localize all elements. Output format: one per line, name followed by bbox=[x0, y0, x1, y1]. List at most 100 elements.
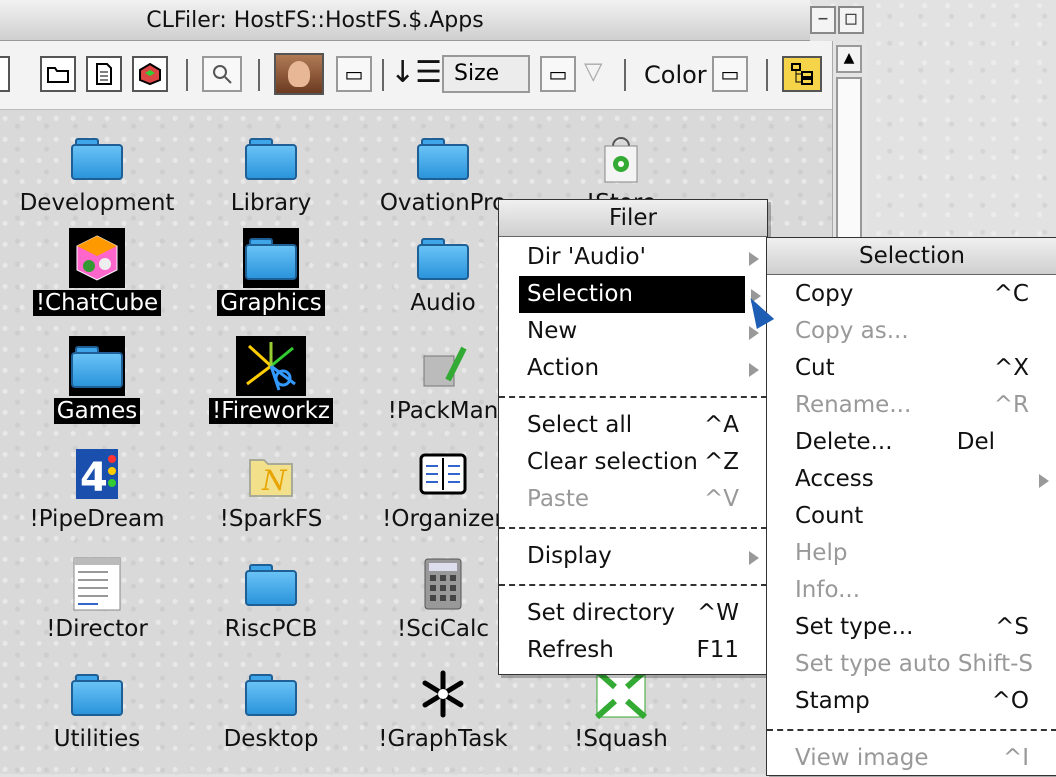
file-icon-item[interactable]: 4 !PipeDream bbox=[12, 444, 182, 544]
shortcut-label: ^S bbox=[995, 614, 1029, 640]
file-icon-item[interactable]: Library bbox=[186, 128, 356, 228]
file-icon-item[interactable]: !ChatCube bbox=[12, 228, 182, 328]
menu-item-paste[interactable]: Paste ^V bbox=[499, 481, 767, 518]
cube-app-icon[interactable] bbox=[132, 56, 168, 92]
chevron-down-icon[interactable]: ▽ bbox=[584, 57, 602, 85]
menu-separator bbox=[767, 720, 1056, 740]
thumbnail-view-icon[interactable] bbox=[274, 53, 324, 95]
color-option-icon[interactable]: ▭ bbox=[712, 56, 748, 92]
menu-item-refresh[interactable]: Refresh F11 bbox=[499, 632, 767, 669]
menu-item-clear-selection[interactable]: Clear selection ^Z bbox=[499, 444, 767, 481]
scroll-up-arrow-icon[interactable]: ▲ bbox=[836, 45, 862, 73]
file-icon-item[interactable]: N !SparkFS bbox=[186, 444, 356, 544]
submenu-arrow-icon bbox=[1039, 474, 1049, 488]
menu-item-cut[interactable]: Cut ^X bbox=[767, 350, 1056, 387]
menu-item-set-type-auto[interactable]: Set type auto Shift-S bbox=[767, 646, 1056, 683]
shortcut-label: ^Z bbox=[703, 449, 739, 475]
file-label: Graphics bbox=[217, 290, 325, 316]
toolbar-separator bbox=[186, 59, 188, 91]
toolbar-separator bbox=[382, 59, 384, 91]
file-label: Development bbox=[19, 190, 175, 216]
selection-submenu: Selection Copy ^C Copy as... Cut ^X Rename… bbox=[766, 237, 1056, 776]
minimize-button[interactable]: – bbox=[810, 6, 836, 34]
file-icon-item[interactable]: Graphics bbox=[186, 228, 356, 328]
file-label: OvationPro bbox=[379, 190, 507, 216]
folder-icon bbox=[69, 128, 125, 188]
file-label: !Director bbox=[46, 616, 148, 642]
menu-item-info[interactable]: Info... bbox=[767, 572, 1056, 609]
menu-item-count[interactable]: Count bbox=[767, 498, 1056, 535]
submenu-arrow-icon bbox=[749, 252, 759, 266]
parent-dir-icon[interactable] bbox=[0, 56, 10, 92]
folder-icon bbox=[69, 664, 125, 724]
folder-icon bbox=[415, 228, 471, 288]
menu-item-dir-audio[interactable]: Dir 'Audio' bbox=[499, 239, 767, 276]
sort-order-icon[interactable]: ↓☰ bbox=[390, 55, 442, 90]
file-icon-item[interactable]: Desktop bbox=[186, 664, 356, 764]
sort-mode-icon[interactable]: ▭ bbox=[540, 56, 576, 92]
file-icon-item[interactable]: RiscPCB bbox=[186, 554, 356, 654]
svg-text:N: N bbox=[261, 464, 288, 497]
folder-icon bbox=[243, 554, 299, 614]
shortcut-label: Shift-S bbox=[957, 651, 1033, 677]
file-label: !SparkFS bbox=[219, 506, 323, 532]
file-icon-item[interactable]: !Fireworkz bbox=[186, 336, 356, 436]
new-file-icon[interactable] bbox=[86, 56, 122, 92]
menu-item-help[interactable]: Help bbox=[767, 535, 1056, 572]
fireworkz-icon bbox=[236, 336, 306, 396]
submenu-arrow-icon bbox=[749, 551, 759, 565]
file-icon-item[interactable]: !Squash bbox=[536, 664, 706, 764]
menu-item-set-directory[interactable]: Set directory ^W bbox=[499, 595, 767, 632]
menu-item-view-image[interactable]: View image ^I bbox=[767, 740, 1056, 777]
menu-item-selection[interactable]: Selection bbox=[519, 276, 761, 313]
menu-item-new[interactable]: New bbox=[499, 313, 767, 350]
file-label: !PackMan bbox=[387, 398, 499, 424]
search-icon[interactable] bbox=[202, 56, 242, 92]
file-label: Library bbox=[230, 190, 312, 216]
file-label: RiscPCB bbox=[224, 616, 318, 642]
file-label: !Organizer bbox=[382, 506, 504, 532]
menu-item-rename[interactable]: Rename... ^R bbox=[767, 387, 1056, 424]
menu-item-select-all[interactable]: Select all ^A bbox=[499, 407, 767, 444]
menu-item-display[interactable]: Display bbox=[499, 538, 767, 575]
tree-view-icon[interactable] bbox=[782, 56, 822, 92]
window-title-bar[interactable]: CLFiler: HostFS::HostFS.$.Apps bbox=[0, 0, 810, 41]
menu-item-access[interactable]: Access bbox=[767, 461, 1056, 498]
folder-icon bbox=[243, 128, 299, 188]
menu-item-set-type[interactable]: Set type... ^S bbox=[767, 609, 1056, 646]
large-icons-view-icon[interactable]: ▭ bbox=[336, 56, 372, 92]
toolbar: ▭ ↓☰ Size ▭ ▽ Color ▭ bbox=[0, 41, 832, 110]
menu-item-copy[interactable]: Copy ^C bbox=[767, 276, 1056, 313]
file-label: !PipeDream bbox=[29, 506, 165, 532]
organizer-icon bbox=[415, 444, 471, 504]
menu-item-copy-as[interactable]: Copy as... bbox=[767, 313, 1056, 350]
filer-menu-title: Filer bbox=[499, 200, 767, 237]
folder-icon bbox=[243, 664, 299, 724]
file-icon-item[interactable]: Development bbox=[12, 128, 182, 228]
svg-text:4: 4 bbox=[80, 455, 108, 501]
calculator-icon bbox=[415, 554, 471, 614]
new-dir-icon[interactable] bbox=[40, 56, 76, 92]
shortcut-label: Del bbox=[956, 429, 995, 455]
shortcut-label: ^W bbox=[696, 600, 739, 626]
file-icon-item[interactable]: Utilities bbox=[12, 664, 182, 764]
sort-field-select[interactable]: Size bbox=[442, 55, 530, 93]
menu-item-delete[interactable]: Delete... Del bbox=[767, 424, 1056, 461]
file-label: Audio bbox=[410, 290, 476, 316]
file-icon-item[interactable]: Games bbox=[12, 336, 182, 436]
file-icon-item[interactable]: !Director bbox=[12, 554, 182, 654]
sparkfs-icon: N bbox=[243, 444, 299, 504]
toolbar-separator bbox=[624, 59, 626, 91]
menu-separator bbox=[499, 575, 767, 595]
shortcut-label: ^V bbox=[703, 486, 739, 512]
file-label: Games bbox=[53, 398, 141, 424]
menu-separator bbox=[499, 518, 767, 538]
file-label: Desktop bbox=[223, 726, 319, 752]
menu-item-action[interactable]: Action bbox=[499, 350, 767, 387]
file-icon-item[interactable]: !GraphTask bbox=[358, 664, 528, 764]
menu-item-stamp[interactable]: Stamp ^O bbox=[767, 683, 1056, 720]
file-label: !Fireworkz bbox=[209, 398, 333, 424]
director-icon bbox=[69, 554, 125, 614]
toggle-size-button[interactable]: ▫ bbox=[838, 6, 864, 34]
selection-menu-title: Selection bbox=[767, 238, 1056, 275]
